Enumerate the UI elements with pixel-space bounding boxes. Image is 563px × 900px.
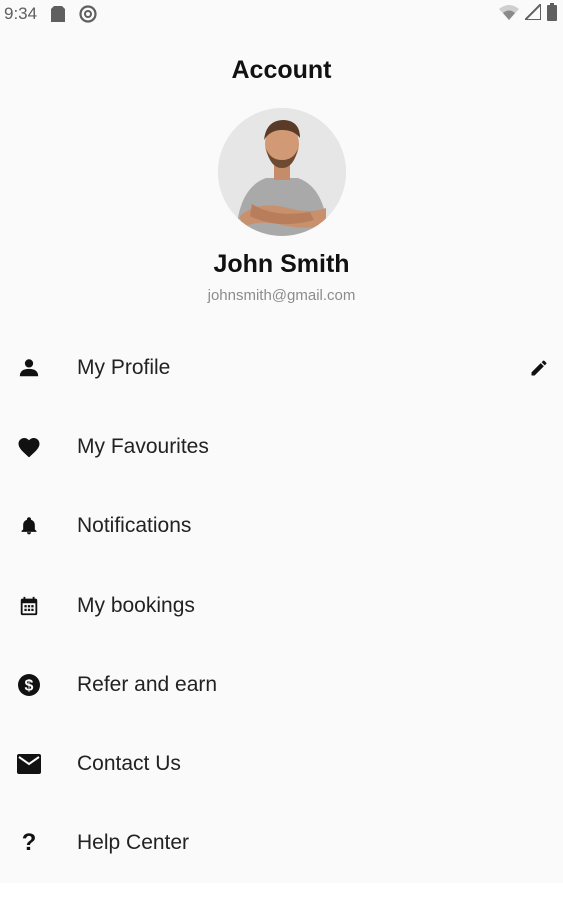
status-time: 9:34: [4, 4, 38, 23]
mail-icon: [16, 751, 42, 777]
person-icon: [16, 355, 42, 381]
menu-item-refer-and-earn[interactable]: $ Refer and earn: [0, 645, 563, 724]
bell-icon: [16, 513, 42, 539]
dollar-circle-icon: $: [16, 672, 42, 698]
account-menu: My Profile My Favourites Notifications M…: [0, 328, 563, 883]
at-sign-icon: [79, 5, 97, 23]
battery-icon: [547, 2, 557, 26]
menu-item-label: My bookings: [77, 593, 195, 617]
menu-item-label: Refer and earn: [77, 672, 218, 696]
menu-item-my-favourites[interactable]: My Favourites: [0, 407, 563, 486]
menu-item-contact-us[interactable]: Contact Us: [0, 724, 563, 803]
status-bar: 9:34: [0, 0, 563, 28]
menu-item-label: Contact Us: [77, 752, 181, 776]
sd-card-icon: [51, 6, 66, 22]
avatar-photo: [218, 108, 346, 236]
signal-icon: [522, 1, 542, 25]
menu-item-help-center[interactable]: ? Help Center: [0, 804, 563, 883]
menu-item-my-profile[interactable]: My Profile: [0, 328, 563, 407]
menu-item-my-bookings[interactable]: My bookings: [0, 566, 563, 645]
status-right: [499, 1, 557, 26]
menu-item-label: Help Center: [77, 831, 190, 855]
heart-icon: [16, 434, 42, 460]
wifi-icon: [499, 4, 519, 25]
user-name: John Smith: [213, 250, 350, 278]
page-title: Account: [231, 56, 332, 84]
calendar-icon: [16, 593, 42, 619]
bottom-edge: [0, 883, 563, 900]
menu-item-label: My Profile: [77, 355, 171, 379]
menu-item-label: My Favourites: [77, 434, 209, 458]
menu-item-notifications[interactable]: Notifications: [0, 487, 563, 566]
user-email: johnsmith@gmail.com: [207, 287, 356, 304]
avatar[interactable]: [218, 108, 346, 236]
status-left: 9:34: [4, 4, 97, 24]
pencil-icon[interactable]: [528, 357, 550, 379]
menu-item-label: Notifications: [77, 514, 192, 538]
svg-text:$: $: [25, 677, 34, 694]
question-icon: ?: [21, 829, 37, 857]
